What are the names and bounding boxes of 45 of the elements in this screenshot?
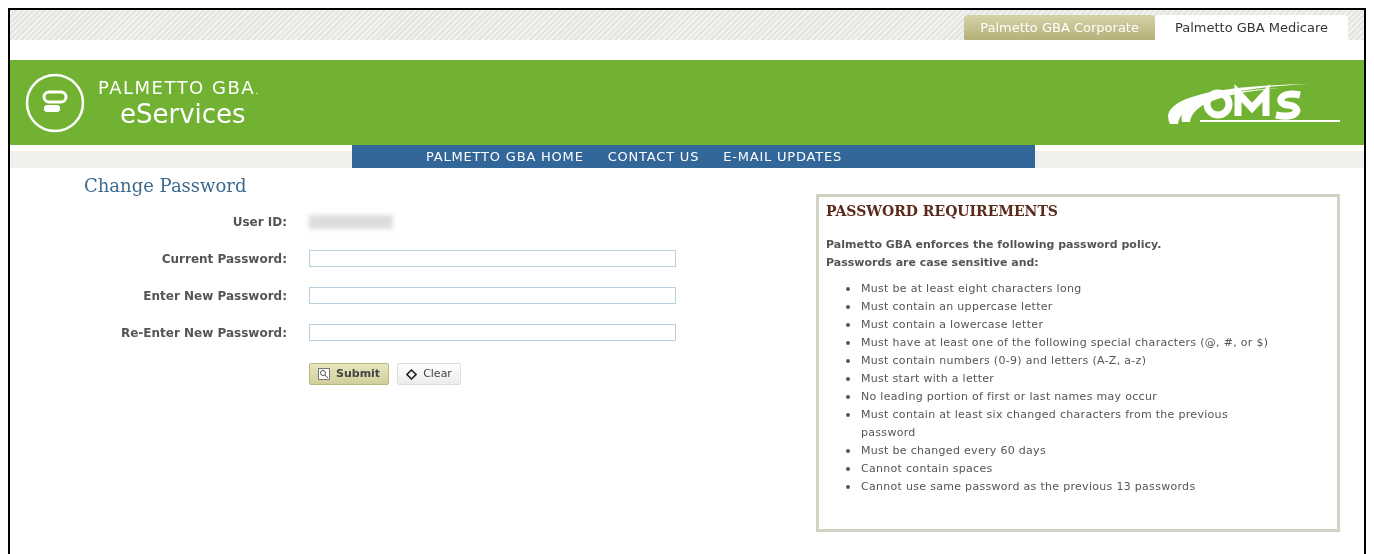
diamond-icon (406, 368, 418, 380)
field-label: Current Password: (160, 250, 287, 268)
policy-text: Passwords are case sensitive and: (826, 255, 1040, 271)
bullet-icon (846, 323, 850, 327)
brand-name: PALMETTO GBA (98, 78, 256, 97)
requirement-item: No leading portion of first or last names may occur (861, 389, 1158, 405)
bullet-icon (846, 287, 850, 291)
submit-button[interactable]: Submit (309, 363, 390, 385)
nav-link[interactable]: PALMETTO GBA HOME (426, 146, 584, 167)
requirement-item: Must start with a letter (861, 371, 996, 387)
bullet-icon (846, 341, 850, 345)
requirement-item: Must be changed every 60 days (861, 443, 1047, 459)
bullet-icon (846, 377, 850, 381)
field-label: Re-Enter New Password: (120, 324, 287, 342)
logo-icon (24, 71, 86, 134)
requirement-item: Cannot contain spaces (861, 461, 994, 477)
bullet-icon (846, 359, 850, 363)
brand-mark: . (255, 85, 259, 96)
clear-button[interactable]: Clear (397, 363, 461, 385)
site-tab[interactable]: Palmetto GBA Medicare (1154, 15, 1348, 40)
bullet-icon (846, 485, 850, 489)
requirement-item: Must be at least eight characters long (861, 281, 1083, 297)
nav-link[interactable]: E-MAIL UPDATES (723, 146, 843, 167)
bullet-icon (846, 395, 850, 399)
requirement-item: Must contain numbers (0-9) and letters (A-Z, a-z) (861, 353, 1148, 369)
field-label: Enter New Password: (142, 287, 287, 305)
password-field[interactable] (309, 250, 676, 267)
password-field[interactable] (309, 287, 676, 304)
bullet-icon (846, 467, 850, 471)
requirements-title: PASSWORD REQUIREMENTS (826, 202, 1059, 221)
requirement-item: Must contain an uppercase letter (861, 299, 1054, 315)
nav-link[interactable]: CONTACT US (607, 146, 700, 167)
requirement-item: Must have at least one of the following special characters (@, #, or $) (861, 335, 1270, 351)
page-title: Change Password (84, 174, 248, 198)
requirement-item: Must contain at least six changed characters from the previous password (861, 407, 1229, 441)
bullet-icon (846, 449, 850, 453)
bullet-icon (846, 413, 850, 417)
product-name: eServices (120, 100, 247, 127)
field-label: User ID: (231, 213, 287, 231)
password-field[interactable] (309, 324, 676, 341)
requirement-item: Cannot use same password as the previous 13 passwords (861, 479, 1197, 495)
requirement-item: Must contain a lowercase letter (861, 317, 1045, 333)
bullet-icon (846, 305, 850, 309)
search-icon (318, 368, 330, 380)
policy-text: Palmetto GBA enforces the following password policy. (826, 237, 1163, 253)
